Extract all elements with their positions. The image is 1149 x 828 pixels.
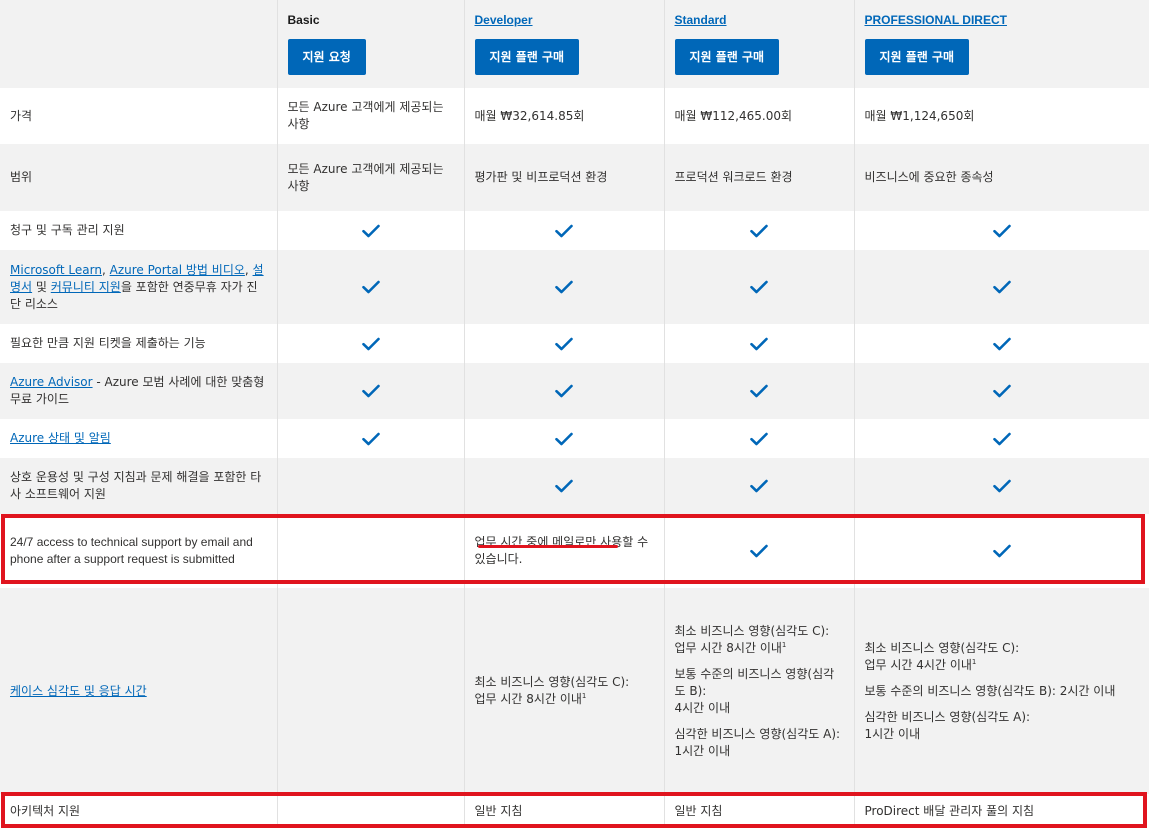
row-scope: 범위 모든 Azure 고객에게 제공되는 사항 평가판 및 비프로덕션 환경 … [0,144,1149,211]
row-label-severity: 케이스 심각도 및 응답 시간 [0,588,277,794]
check-icon [865,280,1140,294]
row-label: 24/7 access to technical support by emai… [10,535,253,566]
sev-b-text: 보통 수준의 비즈니스 영향(심각도 B): 2시간 이내 [864,683,1116,698]
sev-a-text: 심각한 비즈니스 영향(심각도 A): [864,709,1031,724]
sev-a-text: 심각한 비즈니스 영향(심각도 A): [674,726,841,741]
cell-standard: 일반 지침 [663,794,854,828]
check-icon [675,224,844,238]
cell-prodirect: 최소 비즈니스 영향(심각도 C): 업무 시간 4시간 이내1 보통 수준의 비… [853,588,1149,794]
check-icon [475,384,654,398]
check-icon [675,280,844,294]
cell-basic-empty [276,458,464,514]
link-case-severity[interactable]: 케이스 심각도 및 응답 시간 [10,684,147,698]
row-third-party: 상호 운용성 및 구성 지침과 문제 해결을 포함한 타사 소프트웨어 지원 [0,458,1149,514]
check-icon [288,224,454,238]
cell-standard: 매월 ₩112,465.00회 [663,88,854,144]
row-label: 상호 운용성 및 구성 지침과 문제 해결을 포함한 타사 소프트웨어 지원 [10,470,262,501]
cell-developer: 평가판 및 비프로덕션 환경 [463,144,664,211]
cell-developer: 업무 시간 중에 메일로만 사용할 수 있습니다. [463,514,664,588]
check-icon [865,544,1140,558]
check-icon [475,280,654,294]
cell-standard: 최소 비즈니스 영향(심각도 C): 업무 시간 8시간 이내1 보통 수준의 비… [663,588,854,794]
check-icon [865,432,1140,446]
cell-developer: 매월 ₩32,614.85회 [463,88,664,144]
buy-prodirect-button[interactable]: 지원 플랜 구매 [864,39,970,75]
check-icon [475,224,654,238]
row-tickets: 필요한 만큼 지원 티켓을 제출하는 기능 [0,324,1149,363]
plans-header-row: Basic 지원 요청 Developer 지원 플랜 구매 Standard … [0,0,1149,88]
row-label-advisor: Azure Advisor - Azure 모범 사례에 대한 맞춤형 무료 가… [0,363,277,419]
support-plans-table: Basic 지원 요청 Developer 지원 플랜 구매 Standard … [0,0,1149,828]
buy-developer-button[interactable]: 지원 플랜 구매 [474,39,580,75]
plan-developer: Developer 지원 플랜 구매 [463,0,664,88]
row-severity: 케이스 심각도 및 응답 시간 최소 비즈니스 영향(심각도 C): 업무 시간… [0,588,1149,794]
check-icon [475,479,654,493]
cell-prodirect: 비즈니스에 중요한 종속성 [853,144,1149,211]
check-icon [475,337,654,351]
sev-c-text: 최소 비즈니스 영향(심각도 C): [474,675,630,689]
cell-basic-empty [276,514,464,588]
check-icon [865,384,1140,398]
link-microsoft-learn[interactable]: Microsoft Learn [10,263,102,277]
check-icon [865,224,1140,238]
link-azure-portal-videos[interactable]: Azure Portal 방법 비디오 [110,263,245,277]
separator: , [101,262,110,277]
check-icon [475,432,654,446]
row-label: 범위 [10,170,33,184]
row-billing: 청구 및 구독 관리 지원 [0,211,1149,250]
link-community-support[interactable]: 커뮤니티 지원 [51,280,121,294]
sev-c-text: 최소 비즈니스 영향(심각도 C): [674,623,830,638]
cell-standard: 프로덕션 워크로드 환경 [663,144,854,211]
row-price: 가격 모든 Azure 고객에게 제공되는 사항 매월 ₩32,614.85회 … [0,88,1149,144]
row-advisor: Azure Advisor - Azure 모범 사례에 대한 맞춤형 무료 가… [0,363,1149,419]
row-self-help: Microsoft Learn, Azure Portal 방법 비디오, 설명… [0,250,1149,324]
plan-basic: Basic 지원 요청 [276,0,464,88]
row-label: 청구 및 구독 관리 지원 [10,223,125,237]
row-label-health: Azure 상태 및 알림 [0,419,277,458]
request-support-button[interactable]: 지원 요청 [287,39,366,75]
link-azure-health-alerts[interactable]: Azure 상태 및 알림 [10,431,111,445]
link-azure-advisor[interactable]: Azure Advisor [10,375,93,389]
row-label: 필요한 만큼 지원 티켓을 제출하는 기능 [10,336,206,350]
row-label: 아키텍처 지원 [10,803,81,818]
check-icon [675,544,844,558]
header-empty-cell [0,0,277,88]
check-icon [675,479,844,493]
sev-b-text: 보통 수준의 비즈니스 영향(심각도 B): [674,666,835,698]
separator: , [244,262,253,277]
plan-link-standard[interactable]: Standard [675,13,727,27]
cell-basic-empty [276,588,464,794]
cell-developer: 최소 비즈니스 영향(심각도 C): 업무 시간 8시간 이내1 [463,588,664,794]
cell-developer: 일반 지침 [463,794,664,828]
cell-prodirect: 매월 ₩1,124,650회 [853,88,1149,144]
check-icon [865,337,1140,351]
row-architecture: 아키텍처 지원 일반 지침 일반 지침 ProDirect 배달 관리자 풀의 … [0,794,1149,828]
plan-standard: Standard 지원 플랜 구매 [663,0,854,88]
check-icon [675,337,844,351]
row-label: 가격 [10,108,33,123]
check-icon [675,432,844,446]
cell-basic: 모든 Azure 고객에게 제공되는 사항 [276,144,464,211]
buy-standard-button[interactable]: 지원 플랜 구매 [674,39,780,75]
row-247-access: 24/7 access to technical support by emai… [0,514,1149,588]
check-icon [288,384,454,398]
plan-prodirect: PROFESSIONAL DIRECT 지원 플랜 구매 [853,0,1149,88]
plan-link-developer[interactable]: Developer [475,13,533,27]
plan-name-basic: Basic [287,13,320,27]
cell-prodirect: ProDirect 배달 관리자 풀의 지침 [853,794,1149,828]
sev-c-text: 최소 비즈니스 영향(심각도 C): [864,640,1020,655]
check-icon [865,479,1140,493]
plan-link-prodirect[interactable]: PROFESSIONAL DIRECT [865,13,1007,27]
separator: 및 [32,279,51,294]
row-health: Azure 상태 및 알림 [0,419,1149,458]
check-icon [675,384,844,398]
cell-basic-empty [276,794,464,828]
check-icon [288,337,454,351]
highlight-underline-email-only [478,545,618,548]
row-label-self-help: Microsoft Learn, Azure Portal 방법 비디오, 설명… [0,250,277,324]
sev-c-time: 업무 시간 8시간 이내1 [474,692,587,706]
check-icon [288,280,454,294]
cell-basic: 모든 Azure 고객에게 제공되는 사항 [276,88,464,144]
check-icon [288,432,454,446]
